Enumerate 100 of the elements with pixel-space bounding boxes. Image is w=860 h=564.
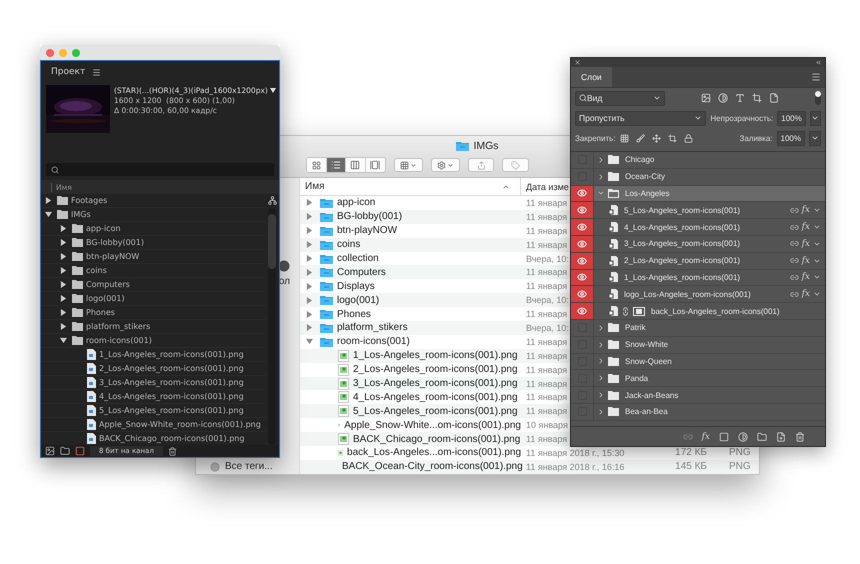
column-header[interactable]: Дата изме: [526, 178, 569, 195]
composition-icon[interactable]: [75, 446, 85, 456]
project-item[interactable]: IMGs: [41, 208, 265, 222]
disclosure-triangle-icon[interactable]: [60, 267, 67, 274]
lock-pixels-icon[interactable]: [620, 134, 629, 142]
menu-icon[interactable]: [811, 72, 821, 82]
visibility-toggle[interactable]: [571, 270, 594, 286]
layer-row[interactable]: Patrik: [571, 320, 825, 337]
project-item[interactable]: 5_Los-Angeles_room-icons(001).png: [41, 404, 265, 418]
trash-icon[interactable]: [168, 446, 177, 456]
settings-button[interactable]: [431, 158, 460, 172]
lock-icon[interactable]: [684, 134, 693, 142]
layer-row[interactable]: 3_Los-Angeles_room-icons(001) fx: [571, 236, 825, 253]
chevron-right-icon[interactable]: [597, 357, 605, 366]
layer-row[interactable]: Bea-an-Bea: [571, 404, 825, 421]
scrollbar[interactable]: [268, 208, 276, 445]
visibility-toggle[interactable]: [571, 286, 594, 302]
layer-row[interactable]: Los-Angeles: [571, 186, 825, 202]
visibility-toggle[interactable]: [571, 219, 594, 235]
project-item[interactable]: 3_Los-Angeles_room-icons(001).png: [41, 376, 265, 390]
effects-label[interactable]: fx: [802, 238, 810, 249]
opacity-dropdown[interactable]: [810, 110, 821, 126]
chevron-right-icon[interactable]: [597, 340, 605, 349]
view-mode-button[interactable]: [326, 158, 346, 172]
project-item[interactable]: room-icons(001): [41, 334, 265, 348]
visibility-toggle[interactable]: [571, 236, 594, 252]
chevron-right-icon[interactable]: [597, 391, 605, 400]
search-field[interactable]: [46, 163, 274, 176]
menu-icon[interactable]: [92, 68, 102, 76]
layer-row[interactable]: 4_Los-Angeles_room-icons(001) fx: [571, 219, 825, 236]
layer-row[interactable]: Ocean-City: [571, 168, 825, 186]
project-item[interactable]: BG-lobby(001): [41, 236, 265, 250]
project-item[interactable]: Apple_Snow-White_room-icons(001).png: [41, 418, 265, 432]
effects-label[interactable]: fx: [802, 272, 810, 282]
caret-down-icon[interactable]: [270, 88, 276, 93]
new-folder-icon[interactable]: [60, 446, 70, 456]
visibility-toggle[interactable]: [571, 202, 594, 218]
layer-row[interactable]: Jack-an-Beans: [571, 387, 825, 404]
disclosure-triangle-icon[interactable]: [45, 211, 52, 218]
trash-icon[interactable]: [795, 432, 805, 442]
disclosure-triangle-icon[interactable]: [45, 197, 52, 204]
crop-icon[interactable]: [668, 134, 677, 142]
disclosure-triangle-icon[interactable]: [60, 253, 67, 260]
shape-icon[interactable]: [752, 93, 762, 103]
layer-row[interactable]: 1_Los-Angeles_room-icons(001) fx: [571, 270, 825, 286]
move-icon[interactable]: [652, 134, 661, 142]
project-item[interactable]: 4_Los-Angeles_room-icons(001).png: [41, 390, 265, 404]
footage-icon[interactable]: [45, 446, 55, 456]
visibility-toggle[interactable]: [571, 303, 594, 319]
layer-row[interactable]: back_Los-Angeles_room-icons(001): [571, 303, 825, 320]
project-item[interactable]: coins: [41, 264, 265, 278]
effects-label[interactable]: fx: [802, 222, 810, 232]
visibility-toggle[interactable]: [571, 252, 594, 269]
column-header[interactable]: Имя: [300, 178, 521, 195]
type-icon[interactable]: [735, 93, 745, 103]
layer-row[interactable]: 5_Los-Angeles_room-icons(001) fx: [571, 202, 825, 220]
image-icon[interactable]: [701, 93, 711, 103]
layer-row[interactable]: Snow-White: [571, 336, 825, 354]
layer-row[interactable]: 2_Los-Angeles_room-icons(001) fx: [571, 252, 825, 270]
disclosure-triangle-icon[interactable]: [60, 295, 67, 302]
layer-row[interactable]: logo_Los-Angeles_room-icons(001) fx: [571, 286, 825, 304]
chevron-right-icon[interactable]: [597, 156, 605, 164]
project-item[interactable]: Footages: [41, 194, 265, 208]
adjustment-icon[interactable]: [738, 432, 748, 442]
scrollbar-thumb[interactable]: [268, 214, 276, 269]
view-mode-button[interactable]: [307, 158, 326, 172]
filter-dropdown[interactable]: Вид: [575, 90, 665, 106]
disclosure-triangle-icon[interactable]: [60, 281, 67, 288]
filter-toggle[interactable]: [815, 91, 821, 105]
sidebar-item[interactable]: Все теги...: [225, 461, 273, 472]
effects-label[interactable]: fx: [802, 205, 810, 216]
arrange-button[interactable]: [394, 158, 423, 172]
chevron-right-icon[interactable]: [597, 324, 605, 332]
brush-icon[interactable]: [636, 134, 645, 142]
opacity-field[interactable]: 100%: [777, 110, 806, 126]
disclosure-triangle-icon[interactable]: [60, 239, 67, 246]
effects-label[interactable]: fx: [802, 256, 810, 266]
add-effect-button[interactable]: fx: [702, 432, 710, 442]
collapse-icon[interactable]: [815, 59, 822, 66]
chevron-right-icon[interactable]: [597, 374, 605, 382]
project-item[interactable]: 2_Los-Angeles_room-icons(001).png: [41, 362, 265, 376]
new-layer-icon[interactable]: [776, 432, 786, 442]
fill-field[interactable]: 100%: [776, 130, 805, 146]
flowchart-icon[interactable]: [268, 196, 276, 205]
disclosure-triangle-icon[interactable]: [60, 323, 67, 330]
layer-row[interactable]: Snow-Queen: [571, 354, 825, 370]
disclosure-triangle-icon[interactable]: [60, 309, 67, 316]
chevron-right-icon[interactable]: [597, 172, 605, 181]
disclosure-triangle-icon[interactable]: [60, 337, 67, 344]
panel-title[interactable]: Проект: [51, 67, 86, 77]
close-icon[interactable]: [574, 59, 581, 66]
disclosure-triangle-icon[interactable]: [60, 225, 67, 232]
project-item[interactable]: 1_Los-Angeles_room-icons(001).png: [41, 348, 265, 362]
link-icon[interactable]: [621, 306, 630, 316]
project-item[interactable]: Phones: [41, 306, 265, 320]
project-item[interactable]: app-icon: [41, 222, 265, 236]
project-item[interactable]: platform_stikers: [41, 320, 265, 334]
visibility-toggle[interactable]: [571, 186, 594, 202]
blend-mode-dropdown[interactable]: Пропустить: [575, 110, 706, 126]
mask-icon[interactable]: [719, 432, 729, 442]
